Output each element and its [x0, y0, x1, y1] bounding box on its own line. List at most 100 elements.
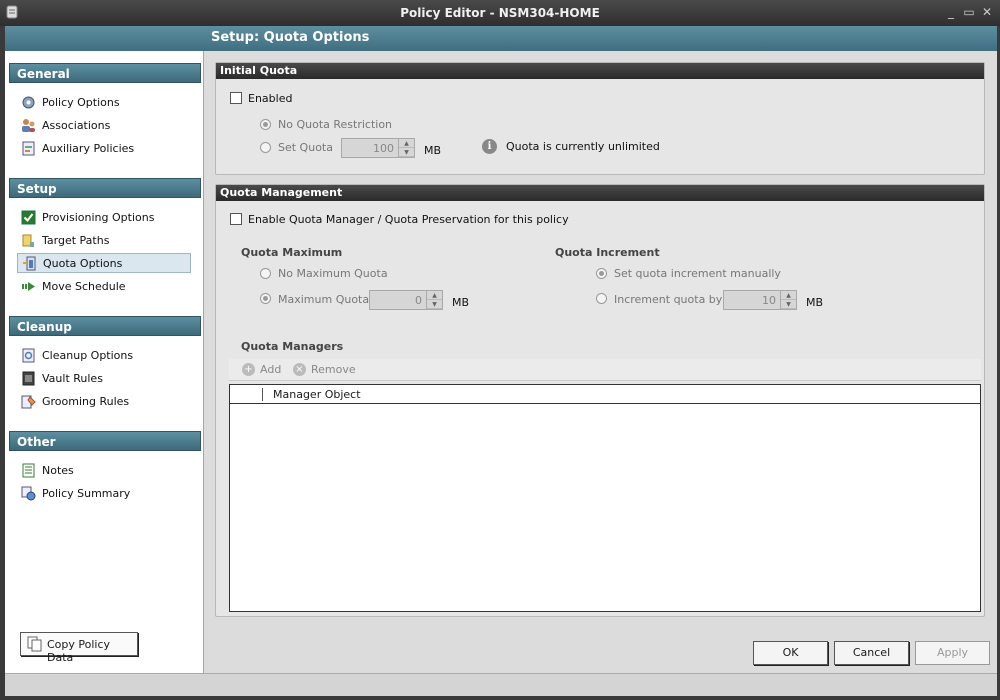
increment-quota-stepper[interactable]: 10 ▲ ▼	[723, 290, 797, 310]
title-bar[interactable]: Policy Editor - NSM304-HOME _ ▭ ✕	[0, 0, 1000, 26]
quota-managers-heading: Quota Managers	[241, 340, 344, 353]
stepper-up-icon[interactable]: ▲	[781, 291, 796, 300]
policy-editor-window: Policy Editor - NSM304-HOME _ ▭ ✕ Setup:…	[0, 0, 1000, 700]
stepper-down-icon[interactable]: ▼	[427, 300, 442, 309]
column-separator[interactable]	[262, 388, 263, 401]
sidebar-item-label: Quota Options	[43, 257, 123, 270]
set-quota-label: Set Quota	[278, 141, 333, 154]
set-quota-stepper[interactable]: 100 ▲ ▼	[341, 138, 415, 158]
quota-management-title: Quota Management	[216, 185, 984, 201]
maximum-quota-value: 0	[415, 294, 422, 307]
sidebar-item-associations[interactable]: Associations	[17, 116, 191, 136]
sidebar-item-label: Policy Options	[42, 96, 120, 109]
table-header: Manager Object	[230, 385, 980, 404]
maximize-icon[interactable]: ▭	[962, 5, 976, 19]
enabled-label: Enabled	[248, 92, 293, 105]
sidebar-section-general: General	[9, 63, 201, 83]
apply-button[interactable]: Apply	[915, 641, 990, 665]
increment-quota-by-label: Increment quota by	[614, 293, 723, 306]
quota-maximum-heading: Quota Maximum	[241, 246, 343, 259]
folder-path-icon	[22, 234, 34, 247]
notes-icon	[22, 463, 35, 478]
sidebar-item-notes[interactable]: Notes	[17, 461, 191, 481]
no-quota-restriction-radio[interactable]	[260, 119, 271, 130]
close-icon[interactable]: ✕	[980, 5, 994, 19]
sidebar-item-quota-options[interactable]: Quota Options	[17, 253, 191, 273]
sidebar-item-provisioning-options[interactable]: Provisioning Options	[17, 208, 191, 228]
gear-icon	[22, 96, 35, 109]
increment-quota-unit: MB	[806, 296, 824, 309]
set-quota-unit: MB	[424, 144, 442, 157]
sidebar-item-label: Grooming Rules	[42, 395, 130, 408]
enable-quota-manager-label: Enable Quota Manager / Quota Preservatio…	[248, 213, 569, 226]
copy-policy-data-label: Copy Policy Data	[47, 638, 111, 664]
sidebar-item-label: Target Paths	[42, 234, 110, 247]
quota-managers-table[interactable]: Manager Object	[229, 384, 981, 612]
stepper-up-icon[interactable]: ▲	[399, 139, 414, 148]
sidebar-section-other: Other	[9, 431, 201, 451]
sidebar-section-cleanup: Cleanup	[9, 316, 201, 336]
copy-policy-data-button[interactable]: Copy Policy Data	[20, 632, 138, 664]
stepper-down-icon[interactable]: ▼	[781, 300, 796, 309]
maximum-quota-label: Maximum Quota	[278, 293, 370, 306]
sidebar-item-target-paths[interactable]: Target Paths	[17, 231, 191, 251]
no-maximum-quota-label: No Maximum Quota	[278, 267, 388, 280]
sidebar-item-label: Vault Rules	[42, 372, 103, 385]
remove-icon: ×	[293, 363, 306, 376]
status-bar	[5, 673, 997, 696]
sidebar-section-setup: Setup	[9, 178, 201, 198]
ok-button[interactable]: OK	[753, 641, 828, 665]
quota-managers-toolbar: + Add × Remove	[229, 359, 981, 381]
initial-quota-panel: Initial Quota Enabled No Quota Restricti…	[215, 62, 985, 175]
set-increment-manually-label: Set quota increment manually	[614, 267, 781, 280]
set-quota-value: 100	[373, 142, 394, 155]
maximum-quota-unit: MB	[452, 296, 470, 309]
page-header: Setup: Quota Options	[5, 26, 997, 51]
add-label: Add	[260, 363, 282, 376]
sidebar-item-label: Policy Summary	[42, 487, 131, 500]
add-manager-button[interactable]: + Add	[242, 363, 281, 376]
stepper-down-icon[interactable]: ▼	[399, 148, 414, 157]
maximum-quota-radio[interactable]	[260, 293, 271, 304]
page-title: Setup: Quota Options	[211, 30, 370, 45]
sidebar-item-policy-options[interactable]: Policy Options	[17, 93, 191, 113]
cancel-button[interactable]: Cancel	[834, 641, 909, 665]
minimize-icon[interactable]: _	[944, 5, 958, 19]
enable-quota-manager-checkbox[interactable]	[230, 213, 242, 225]
remove-manager-button[interactable]: × Remove	[293, 363, 356, 376]
sidebar-item-move-schedule[interactable]: Move Schedule	[17, 277, 191, 297]
quota-info-text: Quota is currently unlimited	[506, 140, 660, 153]
stepper-arrows[interactable]: ▲ ▼	[398, 139, 414, 157]
grooming-icon	[21, 395, 36, 409]
quota-increment-heading: Quota Increment	[555, 246, 660, 259]
summary-icon	[21, 486, 36, 501]
stepper-up-icon[interactable]: ▲	[427, 291, 442, 300]
main-content: Initial Quota Enabled No Quota Restricti…	[204, 51, 997, 673]
sidebar-item-label: Cleanup Options	[42, 349, 134, 362]
sidebar-item-vault-rules[interactable]: Vault Rules	[17, 369, 191, 389]
sidebar-item-auxiliary-policies[interactable]: Auxiliary Policies	[17, 139, 191, 159]
add-icon: +	[242, 363, 255, 376]
sidebar-item-label: Provisioning Options	[42, 211, 155, 224]
enabled-checkbox[interactable]	[230, 92, 242, 104]
sidebar: General Policy Options Associations Auxi…	[5, 51, 204, 673]
stepper-arrows[interactable]: ▲ ▼	[426, 291, 442, 309]
sidebar-item-label: Notes	[42, 464, 74, 477]
quota-icon	[23, 256, 36, 271]
increment-quota-by-radio[interactable]	[596, 293, 607, 304]
maximum-quota-stepper[interactable]: 0 ▲ ▼	[369, 290, 443, 310]
increment-quota-value: 10	[762, 294, 776, 307]
stepper-arrows[interactable]: ▲ ▼	[780, 291, 796, 309]
sidebar-item-policy-summary[interactable]: Policy Summary	[17, 484, 191, 504]
policy-document-icon	[22, 141, 35, 156]
users-icon	[22, 119, 35, 132]
sidebar-item-label: Auxiliary Policies	[42, 142, 135, 155]
set-increment-manually-radio[interactable]	[596, 268, 607, 279]
sidebar-item-cleanup-options[interactable]: Cleanup Options	[17, 346, 191, 366]
no-maximum-quota-radio[interactable]	[260, 268, 271, 279]
set-quota-radio[interactable]	[260, 142, 271, 153]
quota-management-panel: Quota Management Enable Quota Manager / …	[215, 184, 985, 617]
sidebar-item-grooming-rules[interactable]: Grooming Rules	[17, 392, 191, 412]
no-quota-restriction-label: No Quota Restriction	[278, 118, 393, 131]
manager-object-column-header[interactable]: Manager Object	[273, 388, 361, 401]
